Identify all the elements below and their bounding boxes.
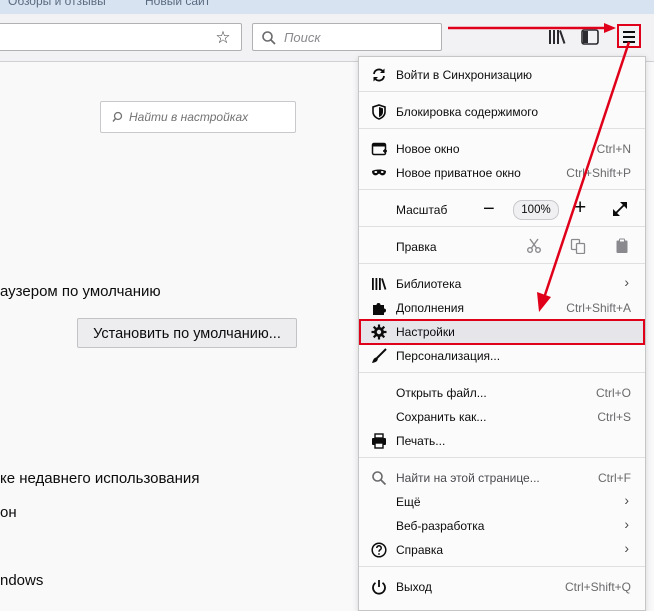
partial-text-windows: ndows [0,572,44,589]
menu-item-shortcut: Ctrl+S [597,410,631,424]
menu-item-label: Библиотека [396,277,462,291]
search-icon [112,111,123,122]
paintbrush-icon [372,348,387,363]
menu-item-label: Ещё [396,495,421,509]
tab-label[interactable]: Новый сайт [145,0,210,8]
menu-item-label: Правка [396,240,437,254]
tab-label[interactable]: Обзоры и отзывы [8,0,106,8]
partial-text: он [0,504,17,521]
private-mask-icon [372,169,386,176]
menu-item-label: Персонализация... [396,349,501,363]
puzzle-icon [373,303,386,315]
menu-item-settings[interactable]: Настройки [359,320,645,344]
help-icon [371,542,387,558]
menu-item-label: Сохранить как... [396,410,487,424]
set-default-browser-button[interactable]: Установить по умолчанию... [77,318,297,348]
search-input[interactable]: Поиск [252,23,442,51]
menu-item-label: Выход [396,580,432,594]
url-bar[interactable]: ☆ [0,23,242,51]
bookmark-star-icon[interactable]: ☆ [213,28,233,48]
search-icon [372,471,387,486]
menu-item-shortcut: Ctrl+O [595,386,631,400]
chevron-right-icon: › [624,492,629,508]
menu-item-label: Печать... [396,434,446,448]
menu-item-label: Открыть файл... [396,386,487,400]
menu-item-label: Дополнения [396,301,464,315]
tab-strip: Обзоры и отзывы Новый сайт [0,0,654,14]
menu-item-label: Блокировка содержимого [396,105,539,119]
zoom-out-button[interactable]: − [483,198,495,220]
menu-separator [359,566,645,567]
menu-item-label: Найти на этой странице... [396,471,540,485]
menu-item-help[interactable]: Справка › [359,538,645,562]
menu-separator [359,457,645,458]
menu-item-label: Веб-разработка [396,519,485,533]
menu-item-customize[interactable]: Персонализация... [359,344,645,368]
sync-icon [373,68,385,82]
annotation-arrow [537,41,631,312]
search-placeholder: Поиск [284,30,321,45]
new-window-icon [371,142,387,156]
shield-icon [372,104,386,120]
settings-search-placeholder: Найти в настройках [129,110,249,124]
menu-item-shortcut: Ctrl+Shift+Q [564,580,631,594]
menu-item-shortcut: Ctrl+F [598,471,631,485]
menu-item-save-as[interactable]: Сохранить как... Ctrl+S [359,405,645,429]
menu-item-label: Новое приватное окно [396,166,521,180]
menu-item-open-file[interactable]: Открыть файл... Ctrl+O [359,381,645,405]
menu-separator [359,372,645,373]
menu-item-label: Новое окно [396,142,460,156]
menu-item-label: Войти в Синхронизацию [396,68,533,82]
menu-item-label: Справка [396,543,444,557]
chevron-right-icon: › [624,540,629,556]
menu-item-print[interactable]: Печать... [359,429,645,453]
menu-item-more[interactable]: Ещё › [359,490,645,514]
search-icon [262,31,276,45]
menu-item-quit[interactable]: Выход Ctrl+Shift+Q [359,575,645,599]
annotation-arrow [448,23,616,33]
power-icon [372,580,386,595]
menu-item-label: Масштаб [396,203,448,217]
chevron-right-icon: › [624,516,629,532]
menu-item-label: Настройки [396,325,455,339]
hamburger-icon-bar [623,36,635,38]
hamburger-icon-bar [623,31,635,33]
library-icon [372,278,387,290]
default-browser-text: аузером по умолчанию [0,283,161,300]
printer-icon [372,433,386,449]
settings-search-input[interactable]: Найти в настройках [100,101,296,133]
gear-icon [371,324,387,340]
recent-use-text: ке недавнего использования [0,470,200,487]
menu-item-find[interactable]: Найти на этой странице... Ctrl+F [359,466,645,490]
menu-item-web-developer[interactable]: Веб-разработка › [359,514,645,538]
